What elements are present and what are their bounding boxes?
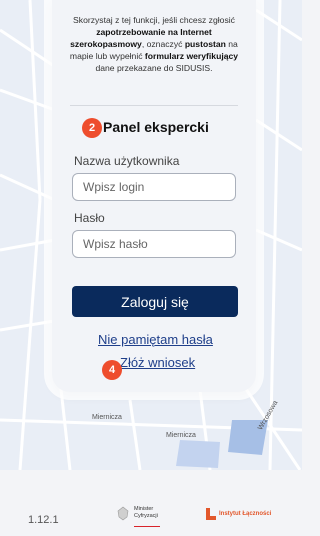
password-label: Hasło — [74, 211, 105, 225]
login-button[interactable]: Zaloguj się — [72, 286, 238, 317]
institute-logo-text: Instytut Łączności — [219, 511, 272, 517]
minister-logo: Minister Cyfryzacji — [116, 505, 158, 521]
intro-text-part: Skorzystaj z tej funkcji, jeśli chcesz z… — [73, 15, 235, 25]
username-input[interactable] — [72, 173, 236, 201]
panel-title: Panel ekspercki — [103, 119, 209, 135]
password-input[interactable] — [72, 230, 236, 258]
logo-underline — [134, 526, 160, 527]
institute-icon — [206, 508, 216, 520]
step-badge: 4 — [102, 360, 122, 380]
username-label: Nazwa użytkownika — [74, 154, 180, 168]
intro-text-part: , oznaczyć — [141, 39, 183, 49]
minister-logo-line: Minister — [134, 506, 154, 512]
step-badge: 2 — [82, 118, 102, 138]
intro-text-bold: pustostan — [184, 39, 226, 49]
institute-logo: Instytut Łączności — [206, 508, 271, 520]
app-version: 1.12.1 — [28, 514, 59, 526]
minister-logo-line: Cyfryzacji — [134, 513, 158, 519]
map-street-label: Miernicza — [92, 414, 122, 421]
intro-text: Skorzystaj z tej funkcji, jeśli chcesz z… — [66, 14, 242, 74]
eagle-icon — [117, 506, 129, 521]
divider — [70, 105, 238, 106]
submit-application-link[interactable]: Złóż wniosek — [120, 355, 195, 370]
forgot-password-link[interactable]: Nie pamiętam hasła — [98, 332, 213, 347]
map-street-label: Miernicza — [166, 432, 196, 439]
intro-text-part: dane przekazane do SIDUSIS. — [95, 63, 213, 73]
intro-text-bold: formularz weryfikujący — [144, 51, 239, 61]
